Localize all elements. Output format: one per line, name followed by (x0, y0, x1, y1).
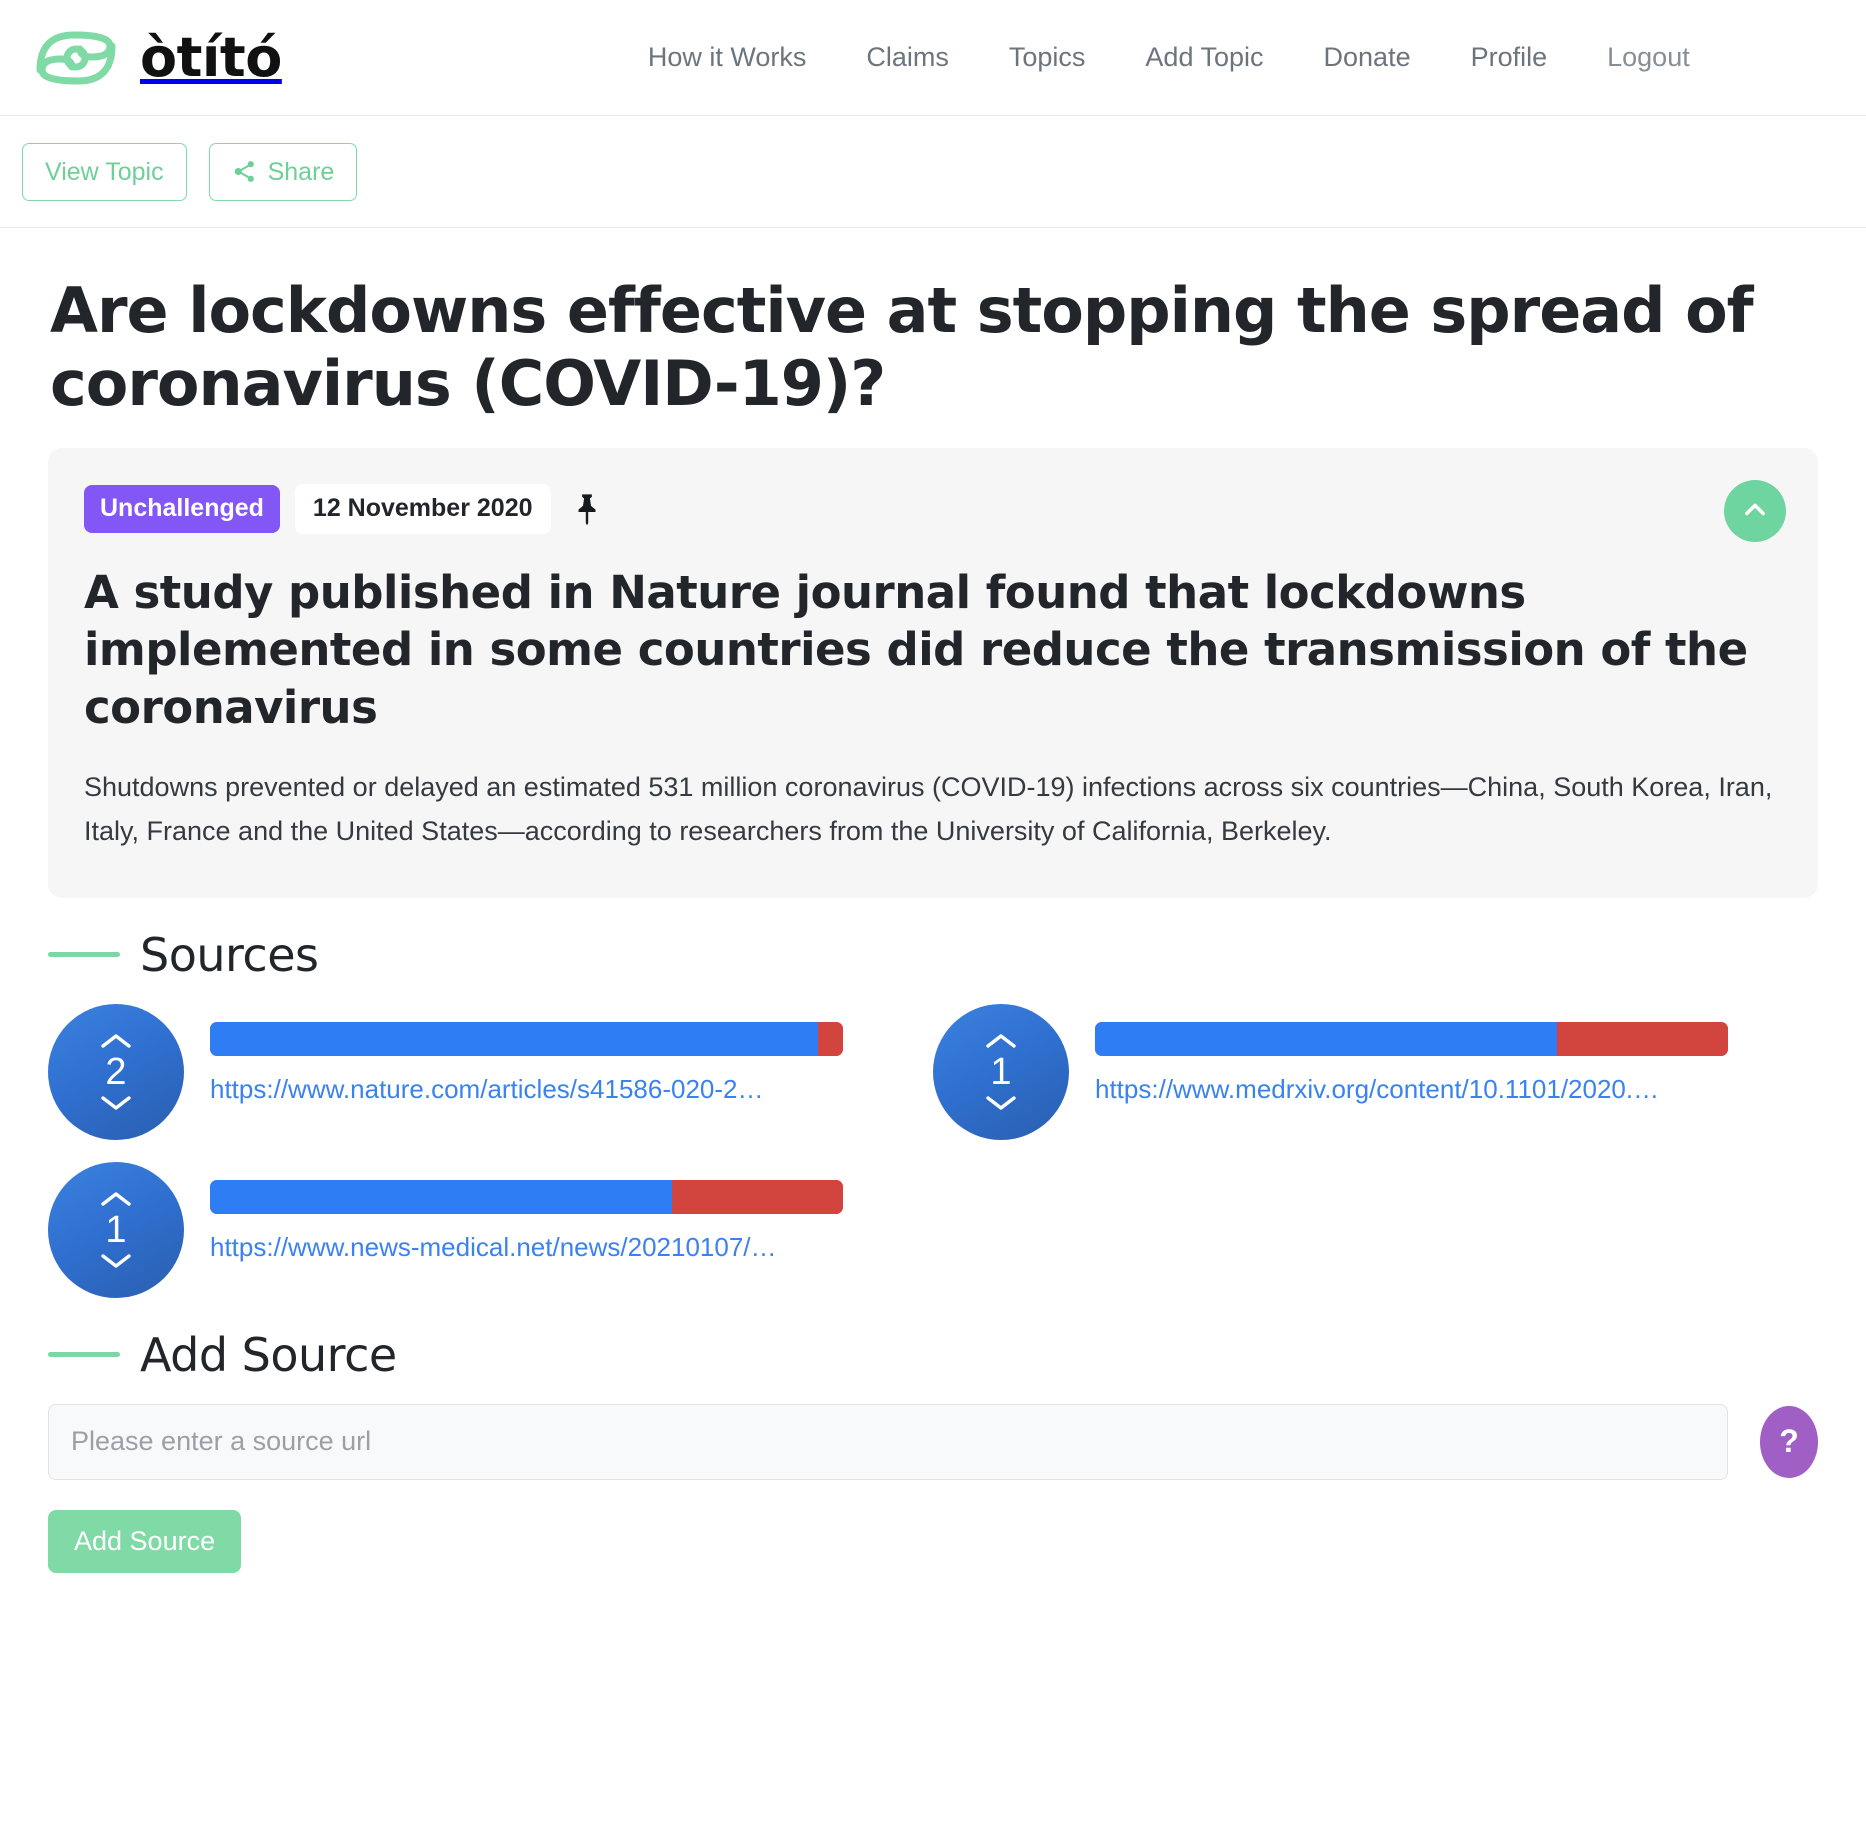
nav-claims[interactable]: Claims (836, 32, 979, 83)
status-badge: Unchallenged (84, 485, 280, 533)
brand-home-link[interactable]: òtító (30, 23, 282, 93)
nav-topics[interactable]: Topics (979, 32, 1116, 83)
source-item: 1 https://www.medrxiv.org/content/10.110… (933, 1003, 1818, 1140)
rating-positive-segment (1095, 1021, 1558, 1056)
add-source-button[interactable]: Add Source (48, 1509, 242, 1574)
pin-icon[interactable] (572, 492, 602, 526)
source-rating-bar (210, 1179, 843, 1214)
upvote-icon[interactable] (98, 1189, 134, 1209)
rating-positive-segment (210, 1179, 673, 1214)
action-toolbar: View Topic Share (0, 116, 1866, 228)
source-url-input[interactable] (48, 1403, 1728, 1480)
rating-negative-segment (817, 1021, 843, 1056)
vote-count: 2 (105, 1050, 127, 1093)
upvote-icon[interactable] (98, 1031, 134, 1051)
sources-list: 2 https://www.nature.com/articles/s41586… (48, 1003, 1818, 1298)
nav-add-topic[interactable]: Add Topic (1115, 32, 1293, 83)
help-button[interactable]: ? (1760, 1405, 1818, 1478)
rating-negative-segment (1557, 1021, 1728, 1056)
source-rating-bar (210, 1021, 843, 1056)
source-details: https://www.news-medical.net/news/202101… (210, 1162, 843, 1263)
source-item: 1 https://www.news-medical.net/news/2021… (48, 1161, 933, 1298)
rating-negative-segment (672, 1179, 843, 1214)
claim-headline: A study published in Nature journal foun… (84, 565, 1748, 734)
section-dash-icon (48, 952, 120, 958)
nav-logout[interactable]: Logout (1577, 32, 1720, 83)
source-url-link[interactable]: https://www.nature.com/articles/s41586-0… (210, 1074, 843, 1105)
source-rating-bar (1095, 1021, 1728, 1056)
view-topic-button[interactable]: View Topic (22, 142, 187, 201)
vote-count: 1 (105, 1208, 127, 1251)
page-title: Are lockdowns effective at stopping the … (50, 274, 1754, 421)
vote-control[interactable]: 2 (48, 1003, 184, 1140)
sources-title: Sources (140, 927, 319, 982)
vote-control[interactable]: 1 (933, 1003, 1069, 1140)
nav-how-it-works[interactable]: How it Works (618, 32, 837, 83)
source-url-link[interactable]: https://www.news-medical.net/news/202101… (210, 1232, 843, 1263)
source-item: 2 https://www.nature.com/articles/s41586… (48, 1003, 933, 1140)
add-source-heading: Add Source (48, 1332, 1818, 1378)
downvote-icon[interactable] (98, 1093, 134, 1113)
claim-meta-row: Unchallenged 12 November 2020 (84, 484, 1782, 534)
vote-count: 1 (990, 1050, 1012, 1093)
rating-positive-segment (210, 1021, 818, 1056)
upvote-icon[interactable] (983, 1031, 1019, 1051)
nav-profile[interactable]: Profile (1441, 32, 1578, 83)
claim-date-badge: 12 November 2020 (294, 484, 551, 534)
downvote-icon[interactable] (983, 1093, 1019, 1113)
collapse-claim-button[interactable] (1724, 480, 1786, 543)
share-label: Share (267, 157, 335, 186)
brand-name: òtító (140, 25, 282, 89)
claim-description: Shutdowns prevented or delayed an estima… (84, 771, 1773, 847)
top-navbar: òtító How it Works Claims Topics Add Top… (0, 0, 1866, 116)
claim-card: Unchallenged 12 November 2020 A study pu… (48, 448, 1818, 898)
eye-spiral-logo-icon (30, 23, 122, 93)
chevron-up-icon (1741, 496, 1769, 527)
source-details: https://www.medrxiv.org/content/10.1101/… (1095, 1004, 1728, 1105)
source-details: https://www.nature.com/articles/s41586-0… (210, 1004, 843, 1105)
vote-control[interactable]: 1 (48, 1161, 184, 1298)
view-topic-label: View Topic (45, 157, 164, 186)
sources-heading: Sources (48, 932, 1818, 978)
share-button[interactable]: Share (208, 142, 358, 201)
share-icon (232, 159, 257, 184)
main-nav: How it Works Claims Topics Add Topic Don… (618, 32, 1720, 83)
add-source-title: Add Source (140, 1327, 397, 1382)
page-content: Are lockdowns effective at stopping the … (0, 274, 1866, 1633)
source-url-link[interactable]: https://www.medrxiv.org/content/10.1101/… (1095, 1074, 1728, 1105)
nav-donate[interactable]: Donate (1294, 32, 1441, 83)
downvote-icon[interactable] (98, 1251, 134, 1271)
add-source-row: ? (48, 1403, 1818, 1480)
section-dash-icon (48, 1352, 120, 1358)
